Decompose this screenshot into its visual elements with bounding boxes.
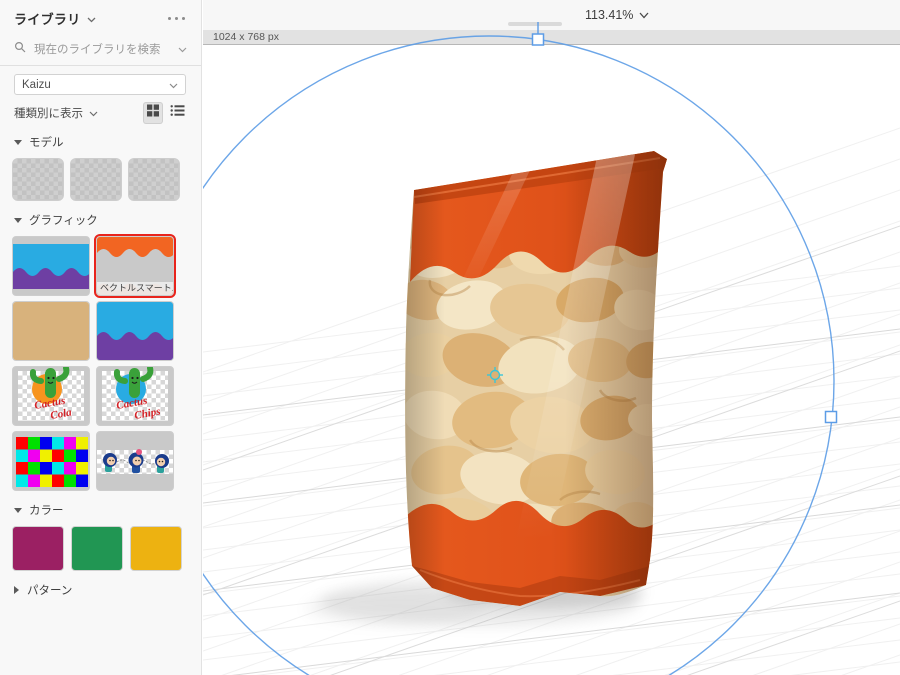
library-select-value: Kaizu — [22, 78, 51, 91]
color-swatch-green[interactable] — [71, 526, 123, 571]
chevron-down-icon[interactable] — [87, 10, 96, 28]
chevron-down-icon — [169, 76, 178, 94]
rotation-handle-top[interactable] — [531, 33, 545, 46]
models-row — [12, 158, 189, 201]
view-by-row: 種類別に表示 — [14, 103, 187, 123]
section-graphics-label: グラフィック — [29, 215, 98, 227]
app-window: ライブラリ 現在のライブラリを検索 Kaizu 種類別に表示 モデル グラフィッ… — [0, 0, 900, 675]
graphics-grid: ベクトルスマート... Cactus Cola Cactus Chips — [12, 234, 189, 491]
view-by-label: 種類別に表示 — [14, 108, 83, 120]
graphic-thumb-vector-smart-selected[interactable]: ベクトルスマート... — [94, 234, 176, 298]
graphic-thumb-rgb-checkerboard[interactable] — [12, 431, 90, 491]
library-search[interactable]: 現在のライブラリを検索 — [0, 34, 201, 66]
graphic-thumb-cactus-chips-logo[interactable]: Cactus Chips — [96, 366, 174, 426]
panel-header: ライブラリ — [0, 0, 201, 34]
section-models[interactable]: モデル — [0, 125, 201, 154]
graphic-thumb-wave-cyan-purple[interactable] — [96, 301, 174, 361]
graphic-thumb-flakes-texture[interactable] — [12, 301, 90, 361]
graphic-thumb-label: ベクトルスマート... — [97, 282, 173, 295]
triangle-right-icon — [14, 586, 19, 594]
graphic-thumb-characters-strip[interactable] — [96, 431, 174, 491]
search-placeholder: 現在のライブラリを検索 — [34, 44, 161, 56]
chip-bag-model[interactable] — [394, 145, 675, 620]
grid-view-icon[interactable] — [144, 103, 162, 123]
colors-row — [12, 526, 189, 571]
svg-text:Cola: Cola — [49, 406, 73, 422]
chevron-down-icon[interactable] — [89, 104, 98, 122]
section-models-label: モデル — [29, 137, 64, 149]
model-thumb-3[interactable] — [128, 158, 180, 201]
panel-menu-icon[interactable] — [166, 13, 187, 24]
libraries-panel: ライブラリ 現在のライブラリを検索 Kaizu 種類別に表示 モデル グラフィッ… — [0, 0, 202, 675]
triangle-down-icon — [14, 139, 22, 145]
panel-title: ライブラリ — [14, 12, 81, 27]
triangle-down-icon — [14, 217, 22, 223]
section-graphics[interactable]: グラフィック — [0, 203, 201, 232]
viewport-3d[interactable] — [203, 0, 900, 675]
graphic-thumb-wave-cyan-purple-framed[interactable] — [12, 236, 90, 296]
section-patterns[interactable]: パターン — [0, 573, 201, 602]
rotation-handle-right[interactable] — [824, 410, 838, 424]
chevron-down-icon[interactable] — [178, 40, 187, 58]
section-colors-label: カラー — [29, 505, 64, 517]
search-icon — [14, 40, 26, 58]
color-swatch-gold[interactable] — [130, 526, 182, 571]
color-swatch-magenta[interactable] — [12, 526, 64, 571]
section-colors[interactable]: カラー — [0, 493, 201, 522]
model-thumb-2[interactable] — [70, 158, 122, 201]
library-select[interactable]: Kaizu — [14, 74, 186, 95]
triangle-down-icon — [14, 507, 22, 513]
graphic-thumb-cactus-cola-logo[interactable]: Cactus Cola — [12, 366, 90, 426]
section-patterns-label: パターン — [27, 585, 73, 597]
list-view-icon[interactable] — [168, 103, 187, 123]
model-thumb-1[interactable] — [12, 158, 64, 201]
